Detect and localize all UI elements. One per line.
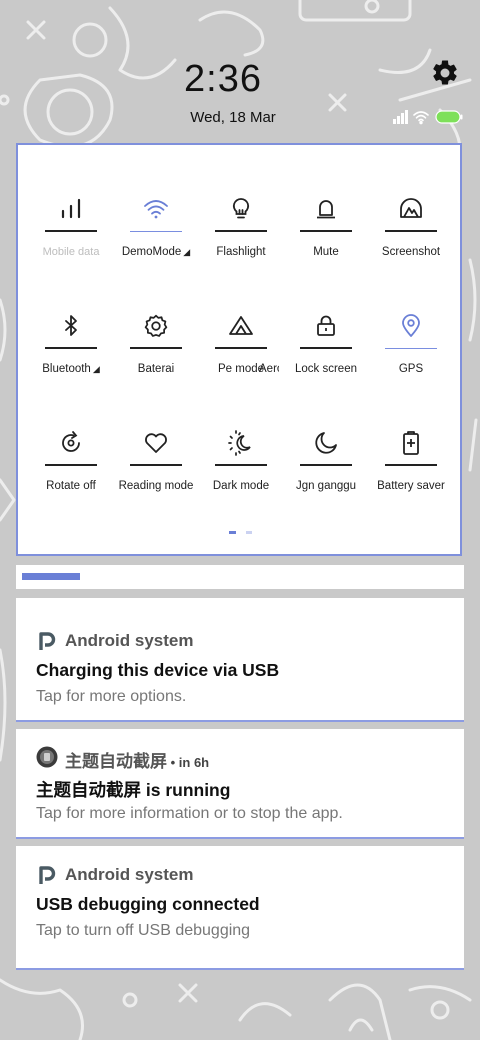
lightbulb-icon bbox=[232, 198, 250, 219]
android-system-icon bbox=[39, 866, 56, 884]
tile-dark-mode[interactable]: Dark mode bbox=[199, 422, 283, 522]
page-indicator bbox=[229, 531, 262, 549]
wifi-icon bbox=[144, 200, 168, 219]
tile-rotate-off[interactable]: Rotate off bbox=[29, 422, 113, 522]
notification-usb-charging[interactable]: Android system Charging this device via … bbox=[16, 598, 464, 722]
tile-label: Dark mode bbox=[212, 480, 270, 492]
tile-aero[interactable]: Aero bbox=[259, 305, 279, 405]
tile-label: GPS bbox=[398, 363, 424, 375]
notification-app-name: Android system bbox=[65, 631, 194, 650]
signal-bars-icon bbox=[61, 198, 81, 219]
tile-label: Mute bbox=[313, 246, 339, 258]
tile-label: Aero bbox=[259, 363, 279, 375]
tile-label: Screenshot bbox=[381, 246, 441, 258]
moon-icon bbox=[315, 432, 337, 454]
tile-label: Jgn ganggu bbox=[295, 480, 357, 492]
notification-text: Tap for more options. bbox=[36, 688, 187, 705]
tile-mute[interactable]: Mute bbox=[284, 188, 368, 288]
rotate-icon bbox=[62, 431, 80, 452]
tile-label: Rotate off bbox=[46, 480, 96, 492]
location-pin-icon bbox=[402, 314, 420, 337]
cellular-signal-icon bbox=[393, 110, 408, 124]
tile-gps[interactable]: GPS bbox=[369, 305, 453, 405]
notification-app-running[interactable]: 主题自动截屏 • in 6h 主题自动截屏 is running Tap for… bbox=[16, 729, 464, 839]
tile-label: Battery saver bbox=[377, 480, 445, 492]
tile-demomode[interactable]: DemoMode ◢ bbox=[114, 188, 198, 288]
settings-button[interactable] bbox=[430, 58, 460, 88]
status-area: 2:36 Wed, 18 Mar bbox=[0, 0, 480, 140]
tile-jgn-ganggu[interactable]: Jgn ganggu bbox=[284, 422, 368, 522]
battery-icon bbox=[435, 110, 463, 124]
tile-reading-mode[interactable]: Reading mode bbox=[114, 422, 198, 522]
dropdown-triangle-icon: ◢ bbox=[92, 364, 100, 374]
tile-label: Flashlight bbox=[216, 246, 266, 258]
tile-label: DemoMode ◢ bbox=[121, 246, 191, 258]
notification-title: USB debugging connected bbox=[36, 894, 260, 914]
wifi-status-icon bbox=[413, 111, 429, 125]
notification-text: Tap to turn off USB debugging bbox=[36, 922, 251, 939]
system-status-icons bbox=[392, 109, 464, 125]
bell-icon bbox=[317, 200, 335, 219]
sun-moon-icon bbox=[228, 430, 251, 456]
tile-label: Bluetooth ◢ bbox=[42, 363, 100, 375]
bluetooth-icon bbox=[65, 315, 77, 336]
screenshot-icon bbox=[400, 198, 422, 218]
tile-label: Lock screen bbox=[294, 363, 357, 375]
notification-usb-debugging[interactable]: Android system USB debugging connected T… bbox=[16, 846, 464, 970]
tile-mobile-data[interactable]: Mobile data bbox=[29, 188, 113, 288]
notification-time: • in 6h bbox=[167, 755, 210, 770]
tile-flashlight[interactable]: Flashlight bbox=[199, 188, 283, 288]
tile-bluetooth[interactable]: Bluetooth ◢ bbox=[29, 305, 113, 405]
tile-battery-saver[interactable]: Battery saver bbox=[369, 422, 453, 522]
tile-lock-screen[interactable]: Lock screen bbox=[284, 305, 368, 405]
page-dot bbox=[246, 531, 252, 534]
clock: 2:36 bbox=[184, 58, 262, 100]
gear-icon bbox=[144, 314, 168, 337]
tile-screenshot[interactable]: Screenshot bbox=[369, 188, 453, 288]
slider-fill bbox=[22, 573, 80, 580]
notification-title: Charging this device via USB bbox=[36, 660, 280, 680]
lock-icon bbox=[317, 315, 335, 336]
app-avatar-icon bbox=[36, 746, 58, 768]
tile-label: Reading mode bbox=[118, 480, 194, 492]
quick-settings-panel: Mobile data DemoMode ◢ Flashlight Mute Sc… bbox=[16, 143, 462, 556]
gear-icon bbox=[433, 60, 457, 85]
notification-text: Tap for more information or to stop the … bbox=[36, 805, 343, 822]
brightness-slider[interactable] bbox=[16, 565, 464, 589]
notification-title: 主题自动截屏 is running bbox=[36, 780, 231, 800]
page-dot-active bbox=[229, 531, 236, 534]
tile-label: Mobile data bbox=[42, 246, 100, 258]
tile-baterai[interactable]: Baterai bbox=[114, 305, 198, 405]
notification-app-name: 主题自动截屏 bbox=[65, 752, 167, 771]
dropdown-triangle-icon: ◢ bbox=[183, 247, 191, 257]
triangle-icon bbox=[229, 316, 253, 335]
heart-icon bbox=[145, 433, 167, 453]
tile-label: Baterai bbox=[137, 363, 175, 375]
battery-plus-icon bbox=[403, 431, 419, 455]
notification-app-name: Android system bbox=[65, 865, 194, 884]
android-system-icon bbox=[39, 632, 56, 650]
